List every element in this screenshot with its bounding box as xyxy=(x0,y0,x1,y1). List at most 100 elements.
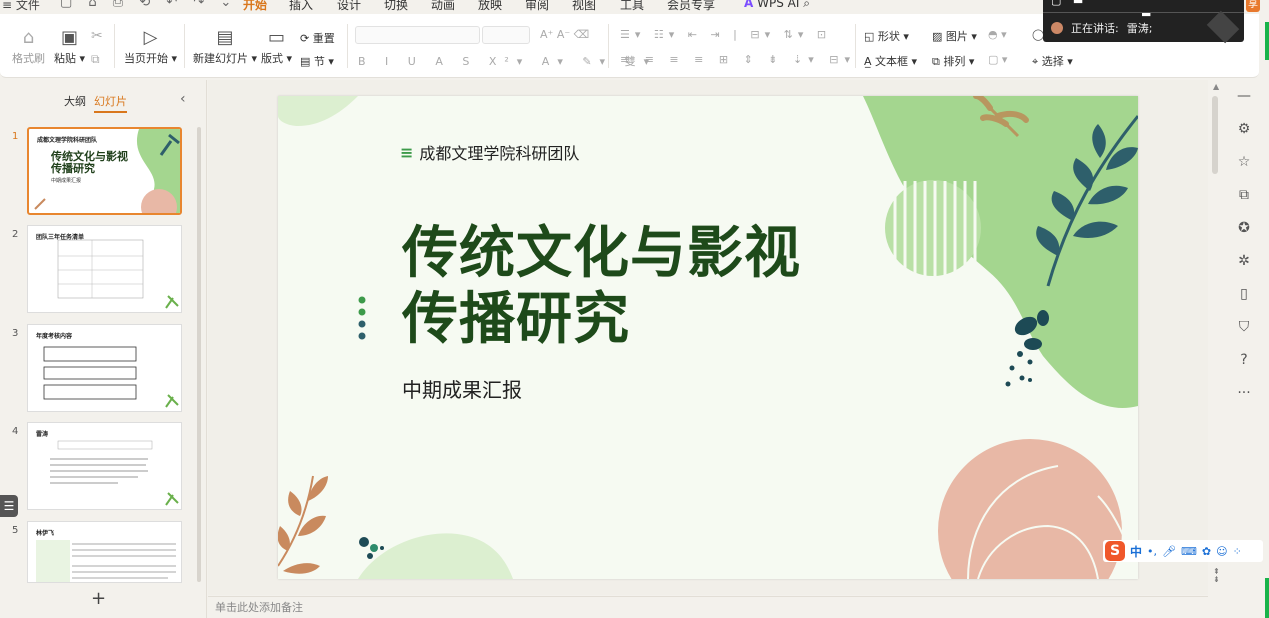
tab-slideshow[interactable]: 放映 xyxy=(478,0,502,13)
add-slide-button[interactable]: + xyxy=(91,588,106,609)
thumbnail-scrollbar[interactable] xyxy=(197,127,201,582)
shapes-icon[interactable]: ⧉ xyxy=(1239,179,1249,212)
slide-number: 4 xyxy=(12,426,19,437)
slide-subtitle[interactable]: 中期成果汇报 xyxy=(402,374,522,403)
chat-icon[interactable]: ☺ xyxy=(1216,545,1227,558)
tab-insert[interactable]: 插入 xyxy=(289,0,313,13)
copy-icon[interactable]: ⧉ xyxy=(91,52,100,67)
punctuation-icon[interactable]: •, xyxy=(1147,545,1157,558)
font-size-select[interactable] xyxy=(482,26,530,44)
cut-icon[interactable]: ✂ xyxy=(91,28,103,44)
tab-transition[interactable]: 切换 xyxy=(384,0,408,13)
font-style-buttons[interactable]: B I U A S X²▾ A▾ ✎▾ 雙▾ xyxy=(358,53,657,69)
divider xyxy=(1043,12,1244,13)
grid-icon[interactable]: ⁘ xyxy=(1233,545,1242,558)
layout-label: 版式 ▾ xyxy=(261,52,293,65)
speaker-avatar xyxy=(1051,22,1063,34)
slide-thumbnail[interactable]: 雷涛 xyxy=(27,422,182,510)
help-icon[interactable]: ? xyxy=(1240,344,1247,377)
fill-button[interactable]: ◓ ▾ xyxy=(988,28,1007,41)
section-button[interactable]: ▤ 节 ▾ xyxy=(300,53,334,69)
slide-thumbnail[interactable]: 团队三年任务清单 xyxy=(27,225,182,313)
team-label[interactable]: ≡ 成都文理学院科研团队 xyxy=(400,140,579,164)
slide-thumbnail[interactable]: 成都文理学院科研团队 传统文化与影视传播研究 中期成果汇报 xyxy=(27,127,182,215)
separator xyxy=(114,24,115,68)
page-nav-icon[interactable]: ⇞ ⇟ xyxy=(1213,568,1220,584)
collapse-panel-icon[interactable]: ‹ xyxy=(180,91,186,107)
start-from-current-label: 当页开始 ▾ xyxy=(124,52,178,65)
skin-icon[interactable]: ✿ xyxy=(1202,545,1211,558)
slide-thumbnail[interactable]: 林伊飞 xyxy=(27,521,182,583)
canvas-scrollbar[interactable]: ▲ ⇞ ⇟ xyxy=(1210,80,1224,595)
ai-icon[interactable]: ✪ xyxy=(1238,212,1250,245)
sogou-logo-icon[interactable]: S xyxy=(1105,541,1125,561)
arrange-icon: ⧉ xyxy=(932,55,940,68)
search-icon[interactable]: ⌕ xyxy=(803,0,810,10)
list-buttons[interactable]: ☰▾ ☷▾ ⇤ ⇥ | ⊟▾ ⇅▾ ⊡ xyxy=(620,28,831,41)
slide-title-line2[interactable]: 传播研究 xyxy=(402,288,630,352)
paragraph-align-buttons[interactable]: ≡ ≡ ≡ ≡ ⊞ ⇕ ⇟ ⇣▾ ⊟▾ xyxy=(620,53,856,66)
outline-toggle-icon[interactable]: ☰ xyxy=(0,495,18,517)
more-icon[interactable]: ··· xyxy=(1237,377,1250,410)
layout-icon: ▭ xyxy=(268,27,286,48)
tab-review[interactable]: 审阅 xyxy=(525,0,549,13)
new-slide-button[interactable]: ▤ 新建幻灯片 ▾ xyxy=(193,26,257,66)
arrange-button[interactable]: ⧉ 排列 ▾ xyxy=(932,53,974,69)
wps-ai-button[interactable]: A WPS AI ⌕ xyxy=(744,0,810,11)
book-icon[interactable]: ▯ xyxy=(1240,278,1248,311)
brush-icon: ⌂ xyxy=(22,27,35,48)
tab-design[interactable]: 设计 xyxy=(337,0,361,13)
ime-language[interactable]: 中 xyxy=(1130,543,1142,560)
scrollbar-thumb[interactable] xyxy=(1212,96,1218,174)
slide-number: 1 xyxy=(12,131,19,142)
thumbnail-title: 成都文理学院科研团队 xyxy=(37,137,98,144)
tab-view[interactable]: 视图 xyxy=(572,0,596,13)
textbox-button[interactable]: A̲ 文本框 ▾ xyxy=(864,53,917,69)
tab-slides[interactable]: 幻灯片 xyxy=(94,93,127,113)
tab-tools[interactable]: 工具 xyxy=(620,0,644,13)
current-slide[interactable]: ≡ 成都文理学院科研团队 传统文化与影视 传播研究 中期成果汇报 xyxy=(278,96,1138,579)
select-icon: ⌖ xyxy=(1032,55,1039,68)
separator xyxy=(608,24,609,68)
reset-button[interactable]: ⟳ 重置 xyxy=(300,30,335,46)
quick-access-toolbar[interactable]: ▢ ⌂ ⎙ ⟲ ↶ ↷ ⌄ xyxy=(60,0,237,10)
picture-button[interactable]: ▨ 图片 ▾ xyxy=(932,28,977,44)
speaking-label: 正在讲话: xyxy=(1071,22,1119,35)
slide-thumbnail[interactable]: 年度考核内容 xyxy=(27,324,182,412)
picture-icon: ▨ xyxy=(932,30,943,43)
tools-icon[interactable]: ✲ xyxy=(1238,245,1250,278)
paste-button[interactable]: ▣ 粘贴 ▾ xyxy=(54,26,85,66)
scroll-up-icon[interactable]: ▲ xyxy=(1213,82,1219,91)
keyboard-icon[interactable]: ⌨ xyxy=(1181,545,1197,558)
speaking-indicator: 正在讲话: 雷涛; xyxy=(1051,20,1152,36)
notes-input[interactable]: 单击此处添加备注 xyxy=(208,596,1208,618)
select-button[interactable]: ⌖ 选择 ▾ xyxy=(1032,53,1073,69)
new-slide-label: 新建幻灯片 ▾ xyxy=(193,52,258,65)
file-menu[interactable]: ≡ 文件 xyxy=(2,0,40,13)
textbox-icon: A̲ xyxy=(864,55,872,68)
tab-home[interactable]: 开始 xyxy=(243,0,267,13)
slide-panel: 大纲 幻灯片 ‹ 1 成都文理学院科研团队 传统文化与影视传播研究 中期成果汇报… xyxy=(0,80,207,618)
format-painter-button[interactable]: ⌂ 格式刷 xyxy=(12,26,45,66)
slide-title-line1[interactable]: 传统文化与影视 xyxy=(402,222,801,286)
minimize-icon[interactable]: — xyxy=(1237,80,1251,113)
font-grow-icon[interactable]: A⁺ A⁻ ⌫ xyxy=(540,28,589,41)
outline-button[interactable]: ▢ ▾ xyxy=(988,53,1007,66)
shape-icon: ◱ xyxy=(864,30,875,43)
shape-button[interactable]: ◱ 形状 ▾ xyxy=(864,28,909,44)
right-toolbar: — ⚙ ☆ ⧉ ✪ ✲ ▯ ⛉ ? ··· xyxy=(1226,80,1262,618)
tab-animation[interactable]: 动画 xyxy=(431,0,455,13)
microphone-icon[interactable]: 🎤︎ xyxy=(1162,545,1176,558)
new-slide-icon: ▤ xyxy=(216,27,234,48)
shirt-icon[interactable]: ⛉ xyxy=(1239,311,1250,344)
tab-outline[interactable]: 大纲 xyxy=(64,93,86,113)
adjust-icon[interactable]: ⚙ xyxy=(1238,113,1251,146)
start-from-current-button[interactable]: ▷ 当页开始 ▾ xyxy=(124,26,177,66)
ime-toolbar: S 中 •, 🎤︎ ⌨ ✿ ☺ ⁘ xyxy=(1103,540,1263,562)
tab-member[interactable]: 会员专享 xyxy=(667,0,715,13)
star-icon[interactable]: ☆ xyxy=(1238,146,1251,179)
layout-button[interactable]: ▭ 版式 ▾ xyxy=(261,26,292,66)
font-family-select[interactable] xyxy=(355,26,480,44)
share-badge[interactable]: 享 xyxy=(1246,0,1260,12)
menu-icon: ≡ xyxy=(400,142,414,162)
